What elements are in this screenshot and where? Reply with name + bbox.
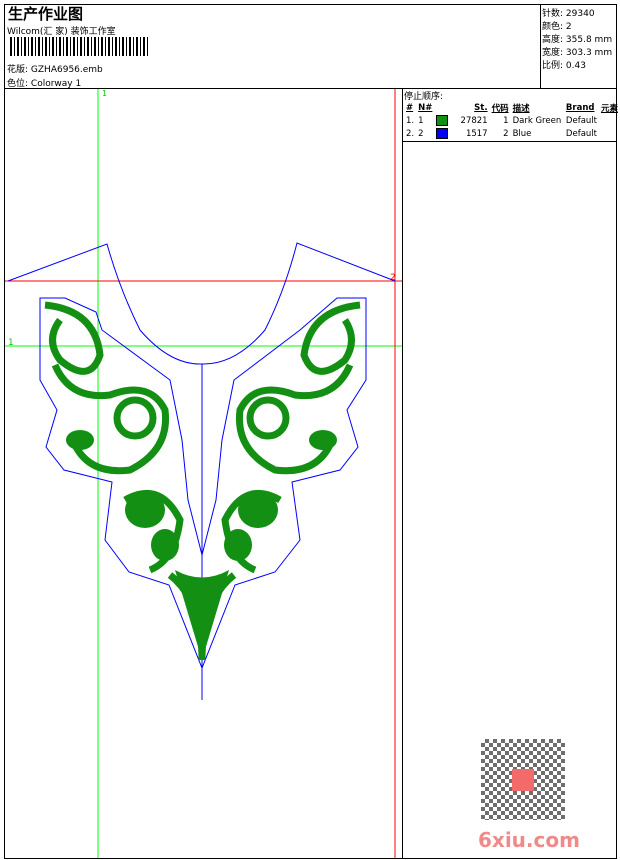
design-canvas: 1 1 2 [5, 89, 402, 858]
seal-watermark [512, 769, 534, 791]
top-marker: 1 [102, 89, 107, 98]
production-worksheet: 生产作业图 Wilcom(汇 家) 装饰工作室 花版: GZHA6956.emb… [0, 0, 620, 860]
guide-label-1: 1 [8, 338, 14, 348]
guide-label-2: 2 [390, 273, 396, 283]
watermark-text: 6xiu.com [478, 828, 580, 852]
